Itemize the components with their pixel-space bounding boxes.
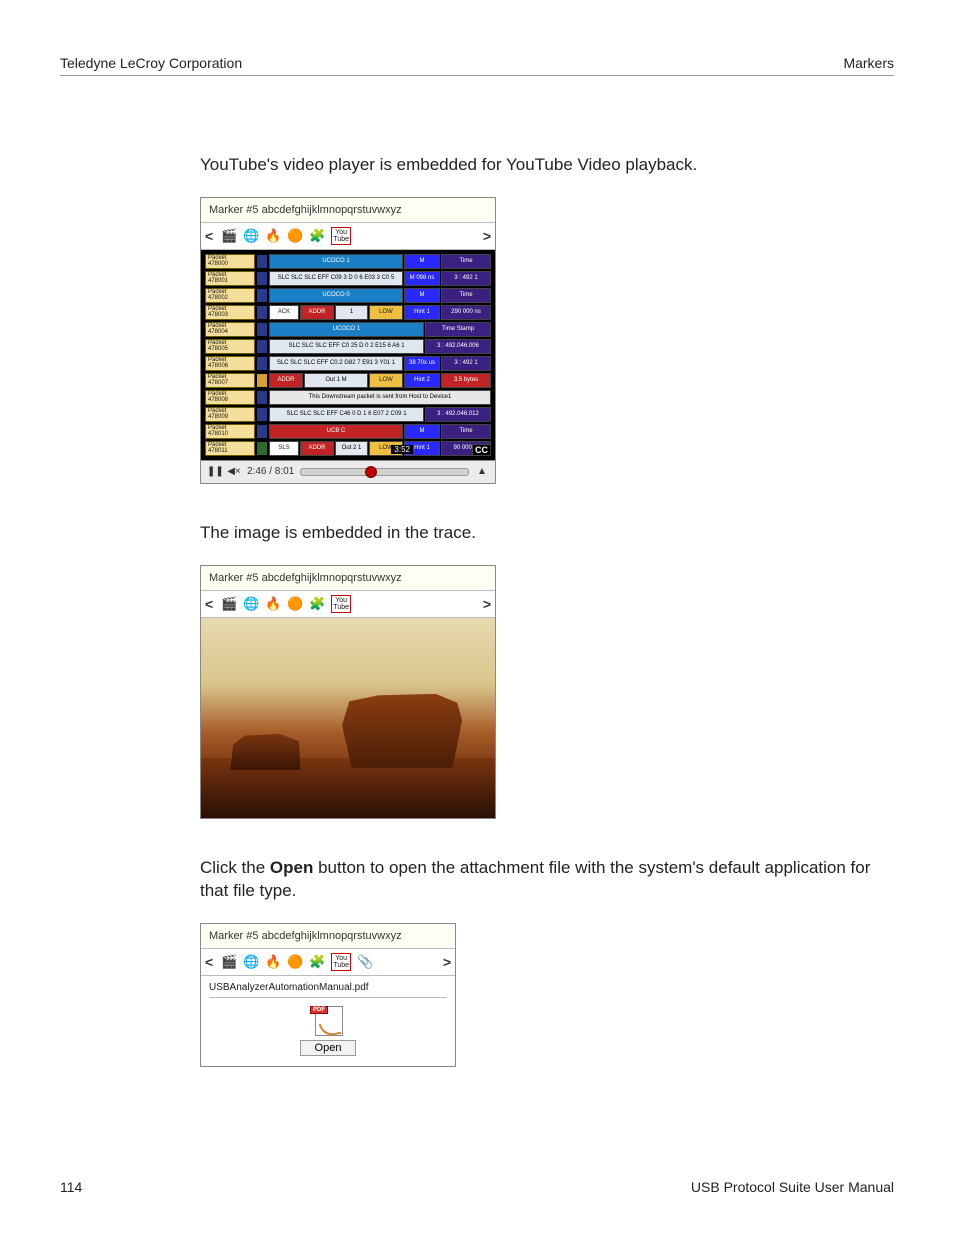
pause-icon[interactable]: ❚❚ [207,466,221,477]
open-button[interactable]: Open [300,1040,357,1056]
attachment-icon[interactable]: 📎 [357,954,373,970]
trace-row: Packet478000UCOCO 1MTime [205,254,491,269]
cc-badge[interactable]: CC [472,444,491,456]
embedded-image [201,618,495,818]
toolbar: < 🎬 🌐 🔥 🟠 🧩 YouTube > [201,590,495,618]
trace-row: Packet478009SLC SLC SLC EFF C46 0 D 1 6 … [205,407,491,422]
globe-icon[interactable]: 🌐 [243,596,259,612]
video-position: 2:46 / 8:01 [247,466,294,477]
paragraph-image: The image is embedded in the trace. [200,522,874,545]
puzzle-icon[interactable]: 🧩 [309,228,325,244]
figure-video: Marker #5 abcdefghijklmnopqrstuvwxyz < 🎬… [200,197,496,484]
toolbar-left-arrow[interactable]: < [203,955,215,969]
toolbar-left-arrow[interactable]: < [203,597,215,611]
marker-title: Marker #5 abcdefghijklmnopqrstuvwxyz [201,924,455,948]
toolbar-left-arrow[interactable]: < [203,229,215,243]
toolbar-right-arrow[interactable]: > [481,597,493,611]
paragraph-youtube: YouTube's video player is embedded for Y… [200,154,874,177]
fire-icon[interactable]: 🔥 [265,596,281,612]
toolbar: < 🎬 🌐 🔥 🟠 🧩 YouTube 📎 > [201,948,455,976]
orb-icon[interactable]: 🟠 [287,596,303,612]
youtube-icon[interactable]: YouTube [331,227,351,245]
trace-row: Packet478001SLC SLC SLC EFF C09 3 D 0 6 … [205,271,491,286]
youtube-icon[interactable]: YouTube [331,953,351,971]
globe-icon[interactable]: 🌐 [243,228,259,244]
puzzle-icon[interactable]: 🧩 [309,954,325,970]
video-time-overlay: 3:52 [391,445,413,454]
puzzle-icon[interactable]: 🧩 [309,596,325,612]
trace-row: Packet478008This Downstream packet is se… [205,390,491,405]
player-controls: ❚❚ ◀× 2:46 / 8:01 ▲ [201,460,495,483]
trace-row: Packet478004UCOCO 1Time Stamp [205,322,491,337]
trace-row: Packet478010UCB CMTime [205,424,491,439]
toolbar-right-arrow[interactable]: > [481,229,493,243]
trace-row: Packet478007ADDROut 1 MLOWHint 23.5 byte… [205,373,491,388]
orb-icon[interactable]: 🟠 [287,954,303,970]
trace-row: Packet478005SLC SLC SLC EFF C0 25 D 0 2 … [205,339,491,354]
progress-bar[interactable] [300,468,469,476]
camera-icon[interactable]: 🎬 [221,596,237,612]
expand-icon[interactable]: ▲ [475,466,489,477]
trace-row: Packet478006SLC SLC SLC EFF C0.2 G82 7 E… [205,356,491,371]
figure-file: Marker #5 abcdefghijklmnopqrstuvwxyz < 🎬… [200,923,456,1067]
manual-title: USB Protocol Suite User Manual [691,1179,894,1195]
header-left: Teledyne LeCroy Corporation [60,55,242,71]
fire-icon[interactable]: 🔥 [265,954,281,970]
pdf-icon: PDF [314,1006,342,1034]
toolbar-right-arrow[interactable]: > [441,955,453,969]
paragraph-open: Click the Open button to open the attach… [200,857,874,903]
marker-title: Marker #5 abcdefghijklmnopqrstuvwxyz [201,566,495,590]
progress-handle[interactable] [365,466,377,478]
mute-icon[interactable]: ◀× [227,466,241,477]
fire-icon[interactable]: 🔥 [265,228,281,244]
toolbar: < 🎬 🌐 🔥 🟠 🧩 YouTube > [201,222,495,250]
camera-icon[interactable]: 🎬 [221,954,237,970]
camera-icon[interactable]: 🎬 [221,228,237,244]
orb-icon[interactable]: 🟠 [287,228,303,244]
video-canvas[interactable]: Packet478000UCOCO 1MTime Packet478001SLC… [201,250,495,460]
file-name: USBAnalyzerAutomationManual.pdf [209,982,447,998]
figure-image: Marker #5 abcdefghijklmnopqrstuvwxyz < 🎬… [200,565,496,819]
marker-title: Marker #5 abcdefghijklmnopqrstuvwxyz [201,198,495,222]
trace-row: Packet478011SLSADDROut 2 1LOWHint 190 00… [205,441,491,456]
globe-icon[interactable]: 🌐 [243,954,259,970]
header-right: Markers [843,55,894,71]
page-number: 114 [60,1179,82,1195]
youtube-icon[interactable]: YouTube [331,595,351,613]
trace-row: Packet478002UCOCO 0MTime [205,288,491,303]
trace-row: Packet478003ACKADDR1LOWHint 1290 000 ns [205,305,491,320]
